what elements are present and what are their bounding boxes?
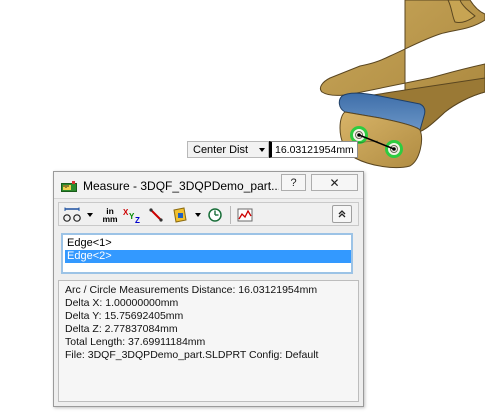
units-mm-label: mm [102, 214, 118, 224]
arc-circle-icon [63, 207, 81, 222]
arc-circle-measurements-button[interactable] [63, 206, 81, 224]
callout-distance-value: 16.03121954mm [269, 141, 358, 158]
units-precision-button[interactable]: in mm [100, 206, 120, 224]
measure-callout: Center Dist 16.03121954mm [187, 141, 358, 158]
history-clock-icon [208, 208, 222, 222]
point-to-point-icon [149, 208, 163, 222]
result-delta-z: Delta Z: 2.77837084mm [65, 323, 178, 335]
help-label: ? [290, 176, 297, 189]
measurement-history-button[interactable] [206, 206, 224, 224]
measurement-results: Arc / Circle Measurements Distance: 16.0… [58, 280, 359, 402]
collapse-results-button[interactable] [332, 205, 352, 223]
projected-on-button[interactable] [171, 206, 189, 224]
result-delta-x: Delta X: 1.00000000mm [65, 297, 179, 309]
measure-toolbar: in mm X Y Z [58, 202, 359, 226]
result-distance: Arc / Circle Measurements Distance: 16.0… [65, 284, 318, 296]
selection-item-edge-2[interactable]: Edge<2> [65, 250, 351, 263]
close-icon: ✕ [329, 175, 340, 190]
dialog-title: Measure - 3DQF_3DQPDemo_part.... [83, 179, 279, 193]
result-total-length: Total Length: 37.69911184mm [65, 336, 206, 348]
create-sensor-button[interactable] [236, 206, 254, 224]
chevron-down-icon[interactable] [195, 213, 201, 217]
point-to-point-button[interactable] [147, 206, 165, 224]
measure-dialog: Measure - 3DQF_3DQPDemo_part.... ? ✕ in … [53, 171, 364, 407]
toolbar-divider [230, 206, 231, 224]
chevron-down-icon [259, 148, 265, 152]
callout-measure-type-dropdown[interactable]: Center Dist [187, 141, 269, 158]
selections-list[interactable]: Edge<1> Edge<2> [61, 233, 353, 274]
sensor-chart-icon [237, 208, 253, 222]
result-delta-y: Delta Y: 15.75692405mm [65, 310, 184, 322]
xyz-icon: X Y Z [123, 208, 140, 223]
callout-measure-type-label: Center Dist [193, 143, 249, 156]
result-file-config: File: 3DQF_3DQPDemo_part.SLDPRT Config: … [65, 349, 319, 361]
close-button[interactable]: ✕ [311, 174, 358, 191]
svg-text:Z: Z [135, 216, 140, 223]
help-button[interactable]: ? [281, 174, 306, 191]
chevron-down-icon[interactable] [87, 213, 93, 217]
dialog-titlebar[interactable]: Measure - 3DQF_3DQPDemo_part.... ? ✕ [54, 172, 363, 199]
selection-item-edge-1[interactable]: Edge<1> [65, 237, 351, 250]
measure-tool-icon [61, 181, 77, 192]
double-chevron-up-icon [338, 210, 346, 218]
xyz-measurements-button[interactable]: X Y Z [123, 206, 143, 224]
projected-on-icon [173, 207, 187, 223]
